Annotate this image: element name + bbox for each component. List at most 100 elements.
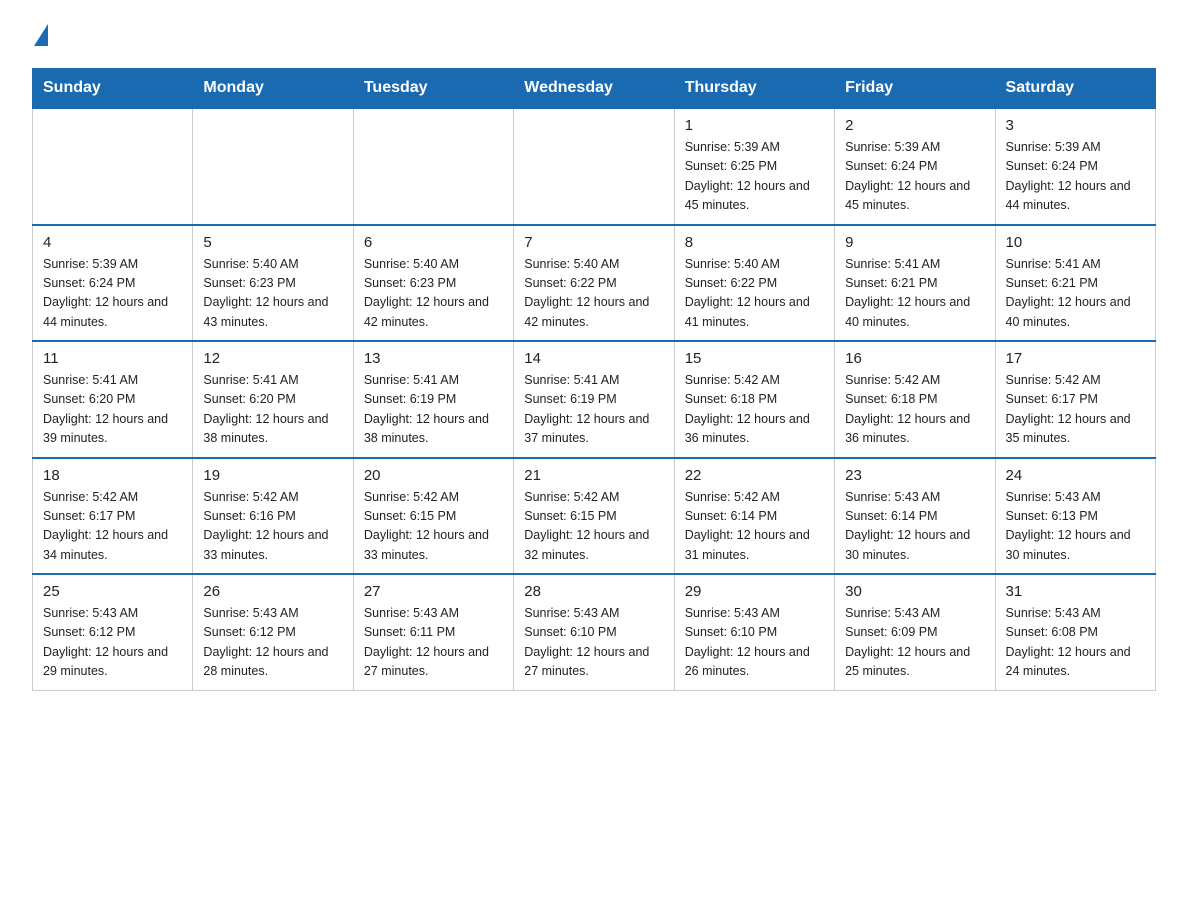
calendar-cell: 6 Sunrise: 5:40 AM Sunset: 6:23 PM Daylig… <box>353 225 513 342</box>
calendar-cell: 16Sunrise: 5:42 AM Sunset: 6:18 PM Dayli… <box>835 341 995 458</box>
calendar-cell: 25 Sunrise: 5:43 AM Sunset: 6:12 PM Dayli… <box>33 574 193 690</box>
day-number: 31 <box>1006 583 1145 600</box>
calendar-cell <box>193 108 353 225</box>
calendar-cell: 4 Sunrise: 5:39 AM Sunset: 6:24 PM Daylig… <box>33 225 193 342</box>
calendar-week-row: 25 Sunrise: 5:43 AM Sunset: 6:12 PM Dayli… <box>33 574 1156 690</box>
day-info: Sunrise: 5:41 AM Sunset: 6:20 PM Dayligh… <box>43 371 182 449</box>
day-number: 18 <box>43 467 182 484</box>
day-info: Sunrise: 5:42 AM Sunset: 6:17 PM Dayligh… <box>43 488 182 566</box>
day-number: 5 <box>203 234 342 251</box>
day-info: Sunrise: 5:40 AM Sunset: 6:22 PM Dayligh… <box>524 255 663 333</box>
day-number: 19 <box>203 467 342 484</box>
day-info: Sunrise: 5:43 AM Sunset: 6:10 PM Dayligh… <box>524 604 663 682</box>
day-info: Sunrise: 5:41 AM Sunset: 6:21 PM Dayligh… <box>845 255 984 333</box>
day-number: 6 <box>364 234 503 251</box>
day-info: Sunrise: 5:43 AM Sunset: 6:12 PM Dayligh… <box>203 604 342 682</box>
day-number: 12 <box>203 350 342 367</box>
calendar-cell: 29 Sunrise: 5:43 AM Sunset: 6:10 PM Dayli… <box>674 574 834 690</box>
calendar-header-wednesday: Wednesday <box>514 69 674 109</box>
day-info: Sunrise: 5:43 AM Sunset: 6:10 PM Dayligh… <box>685 604 824 682</box>
day-info: Sunrise: 5:42 AM Sunset: 6:17 PM Dayligh… <box>1006 371 1145 449</box>
day-number: 13 <box>364 350 503 367</box>
calendar-cell: 26 Sunrise: 5:43 AM Sunset: 6:12 PM Dayli… <box>193 574 353 690</box>
calendar-header-monday: Monday <box>193 69 353 109</box>
logo <box>32 24 48 50</box>
calendar-cell: 23 Sunrise: 5:43 AM Sunset: 6:14 PM Dayli… <box>835 458 995 575</box>
calendar-header-tuesday: Tuesday <box>353 69 513 109</box>
day-info: Sunrise: 5:39 AM Sunset: 6:25 PM Dayligh… <box>685 138 824 216</box>
calendar-cell: 15 Sunrise: 5:42 AM Sunset: 6:18 PM Dayli… <box>674 341 834 458</box>
calendar-cell: 9 Sunrise: 5:41 AM Sunset: 6:21 PM Daylig… <box>835 225 995 342</box>
day-info: Sunrise: 5:40 AM Sunset: 6:23 PM Dayligh… <box>364 255 503 333</box>
day-info: Sunrise: 5:42 AM Sunset: 6:14 PM Dayligh… <box>685 488 824 566</box>
day-info: Sunrise: 5:39 AM Sunset: 6:24 PM Dayligh… <box>43 255 182 333</box>
day-number: 25 <box>43 583 182 600</box>
day-number: 20 <box>364 467 503 484</box>
day-info: Sunrise: 5:42 AM Sunset: 6:15 PM Dayligh… <box>364 488 503 566</box>
day-info: Sunrise: 5:43 AM Sunset: 6:08 PM Dayligh… <box>1006 604 1145 682</box>
day-number: 17 <box>1006 350 1145 367</box>
day-info: Sunrise: 5:43 AM Sunset: 6:14 PM Dayligh… <box>845 488 984 566</box>
day-number: 26 <box>203 583 342 600</box>
day-info: Sunrise: 5:41 AM Sunset: 6:20 PM Dayligh… <box>203 371 342 449</box>
calendar-cell: 21Sunrise: 5:42 AM Sunset: 6:15 PM Dayli… <box>514 458 674 575</box>
calendar-cell: 3 Sunrise: 5:39 AM Sunset: 6:24 PM Daylig… <box>995 108 1155 225</box>
calendar-table: SundayMondayTuesdayWednesdayThursdayFrid… <box>32 68 1156 691</box>
calendar-cell: 11Sunrise: 5:41 AM Sunset: 6:20 PM Dayli… <box>33 341 193 458</box>
calendar-cell: 13 Sunrise: 5:41 AM Sunset: 6:19 PM Dayli… <box>353 341 513 458</box>
calendar-week-row: 1 Sunrise: 5:39 AM Sunset: 6:25 PM Daylig… <box>33 108 1156 225</box>
day-info: Sunrise: 5:41 AM Sunset: 6:19 PM Dayligh… <box>364 371 503 449</box>
day-number: 4 <box>43 234 182 251</box>
calendar-cell: 5 Sunrise: 5:40 AM Sunset: 6:23 PM Daylig… <box>193 225 353 342</box>
day-number: 24 <box>1006 467 1145 484</box>
day-number: 9 <box>845 234 984 251</box>
calendar-cell: 22Sunrise: 5:42 AM Sunset: 6:14 PM Dayli… <box>674 458 834 575</box>
day-number: 29 <box>685 583 824 600</box>
logo-triangle-icon <box>34 24 48 46</box>
calendar-cell: 12 Sunrise: 5:41 AM Sunset: 6:20 PM Dayli… <box>193 341 353 458</box>
day-number: 14 <box>524 350 663 367</box>
day-number: 3 <box>1006 117 1145 134</box>
day-info: Sunrise: 5:43 AM Sunset: 6:13 PM Dayligh… <box>1006 488 1145 566</box>
day-info: Sunrise: 5:40 AM Sunset: 6:22 PM Dayligh… <box>685 255 824 333</box>
calendar-cell: 17 Sunrise: 5:42 AM Sunset: 6:17 PM Dayli… <box>995 341 1155 458</box>
day-number: 23 <box>845 467 984 484</box>
day-number: 1 <box>685 117 824 134</box>
day-info: Sunrise: 5:42 AM Sunset: 6:18 PM Dayligh… <box>685 371 824 449</box>
day-info: Sunrise: 5:43 AM Sunset: 6:12 PM Dayligh… <box>43 604 182 682</box>
calendar-cell <box>514 108 674 225</box>
calendar-cell: 24 Sunrise: 5:43 AM Sunset: 6:13 PM Dayli… <box>995 458 1155 575</box>
day-info: Sunrise: 5:40 AM Sunset: 6:23 PM Dayligh… <box>203 255 342 333</box>
calendar-cell <box>353 108 513 225</box>
calendar-cell: 28 Sunrise: 5:43 AM Sunset: 6:10 PM Dayli… <box>514 574 674 690</box>
calendar-header-saturday: Saturday <box>995 69 1155 109</box>
day-number: 27 <box>364 583 503 600</box>
calendar-cell: 1 Sunrise: 5:39 AM Sunset: 6:25 PM Daylig… <box>674 108 834 225</box>
day-number: 15 <box>685 350 824 367</box>
day-number: 2 <box>845 117 984 134</box>
calendar-cell: 30Sunrise: 5:43 AM Sunset: 6:09 PM Dayli… <box>835 574 995 690</box>
day-info: Sunrise: 5:39 AM Sunset: 6:24 PM Dayligh… <box>1006 138 1145 216</box>
calendar-cell: 14 Sunrise: 5:41 AM Sunset: 6:19 PM Dayli… <box>514 341 674 458</box>
calendar-cell: 8Sunrise: 5:40 AM Sunset: 6:22 PM Daylig… <box>674 225 834 342</box>
calendar-week-row: 11Sunrise: 5:41 AM Sunset: 6:20 PM Dayli… <box>33 341 1156 458</box>
day-info: Sunrise: 5:39 AM Sunset: 6:24 PM Dayligh… <box>845 138 984 216</box>
day-info: Sunrise: 5:41 AM Sunset: 6:21 PM Dayligh… <box>1006 255 1145 333</box>
calendar-cell: 27Sunrise: 5:43 AM Sunset: 6:11 PM Dayli… <box>353 574 513 690</box>
calendar-cell <box>33 108 193 225</box>
calendar-header-thursday: Thursday <box>674 69 834 109</box>
calendar-cell: 19 Sunrise: 5:42 AM Sunset: 6:16 PM Dayli… <box>193 458 353 575</box>
calendar-cell: 31 Sunrise: 5:43 AM Sunset: 6:08 PM Dayli… <box>995 574 1155 690</box>
page-header <box>32 24 1156 50</box>
calendar-header-friday: Friday <box>835 69 995 109</box>
calendar-week-row: 18 Sunrise: 5:42 AM Sunset: 6:17 PM Dayli… <box>33 458 1156 575</box>
day-info: Sunrise: 5:42 AM Sunset: 6:18 PM Dayligh… <box>845 371 984 449</box>
calendar-cell: 18 Sunrise: 5:42 AM Sunset: 6:17 PM Dayli… <box>33 458 193 575</box>
day-info: Sunrise: 5:42 AM Sunset: 6:16 PM Dayligh… <box>203 488 342 566</box>
day-info: Sunrise: 5:42 AM Sunset: 6:15 PM Dayligh… <box>524 488 663 566</box>
day-number: 28 <box>524 583 663 600</box>
calendar-header-row: SundayMondayTuesdayWednesdayThursdayFrid… <box>33 69 1156 109</box>
day-number: 10 <box>1006 234 1145 251</box>
calendar-cell: 20 Sunrise: 5:42 AM Sunset: 6:15 PM Dayli… <box>353 458 513 575</box>
day-info: Sunrise: 5:41 AM Sunset: 6:19 PM Dayligh… <box>524 371 663 449</box>
